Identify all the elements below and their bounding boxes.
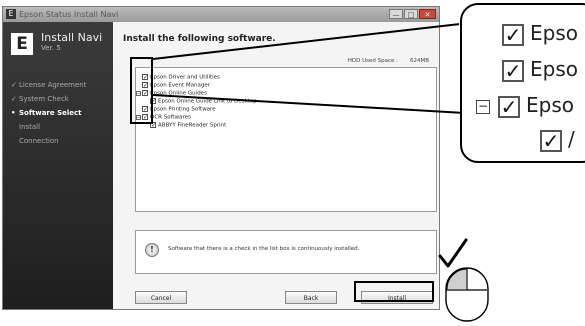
hdd-space-label: HDD Used Space : <box>347 58 398 64</box>
info-text: Software that there is a check in the li… <box>168 246 360 252</box>
step-install: Install <box>11 120 87 134</box>
step-label: Install <box>19 123 41 131</box>
maximize-button[interactable]: □ <box>404 9 418 19</box>
info-icon: ! <box>145 243 159 257</box>
callout-label: Epso <box>530 21 578 45</box>
callout-row: ✓ / <box>540 127 575 153</box>
list-item: ✓ Epson Driver and Utilities <box>142 74 220 81</box>
step-done-icon: ✓ <box>11 95 17 103</box>
mouse-click-icon <box>438 238 489 322</box>
cancel-button[interactable]: Cancel <box>135 291 187 304</box>
callout-label: Epso <box>526 93 574 117</box>
close-button[interactable]: ✕ <box>419 9 436 19</box>
callout-row: − ✓ Epso <box>476 93 574 119</box>
list-item: ✓ Epson Printing Software <box>142 106 216 113</box>
software-label: Epson Driver and Utilities <box>150 74 220 81</box>
step-current-icon: • <box>11 109 16 117</box>
install-highlight <box>354 281 434 302</box>
info-panel: ! Software that there is a check in the … <box>135 230 437 274</box>
callout-checkbox: ✓ <box>540 129 562 152</box>
step-label: Connection <box>19 137 59 145</box>
window-title: Epson Status Install Navi <box>19 10 119 19</box>
page-title: Install the following software. <box>123 34 276 44</box>
step-done-icon: ✓ <box>11 81 17 89</box>
step-license-agreement: ✓ License Agreement <box>11 78 87 92</box>
back-button[interactable]: Back <box>285 291 337 304</box>
hdd-space-value: 624MB <box>409 58 429 64</box>
callout-checkbox: ✓ <box>498 95 520 118</box>
software-label: OCR Softwares <box>150 114 191 121</box>
hdd-space: HDD Used Space : 624MB <box>348 58 429 64</box>
software-label: Epson Event Manager <box>150 82 211 89</box>
step-list: ✓ License Agreement ✓ System Check • Softwa… <box>11 78 87 148</box>
sidebar: E Install Navi Ver. 5 ✓ License Agreement… <box>3 22 113 309</box>
checkbox-highlight <box>130 57 153 124</box>
step-system-check: ✓ System Check <box>11 92 87 106</box>
zoom-callout: ✓ Epso ✓ Epso − ✓ Epso ✓ / <box>460 3 585 163</box>
app-version: Ver. 5 <box>41 44 61 52</box>
callout-label: Epso <box>530 57 578 81</box>
callout-row: ✓ Epso <box>502 21 578 47</box>
step-connection: Connection <box>11 134 87 148</box>
app-icon: E <box>6 9 16 19</box>
minimize-button[interactable]: — <box>389 9 403 19</box>
step-software-select: • Software Select <box>11 106 87 120</box>
step-label: System Check <box>19 95 69 103</box>
logo-icon: E <box>11 33 33 55</box>
list-item: ✓ ABBYY FineReader Sprint <box>150 122 226 129</box>
software-label: Epson Printing Software <box>150 106 216 113</box>
callout-checkbox: ✓ <box>502 23 524 46</box>
callout-row: ✓ Epso <box>502 57 578 83</box>
step-label: License Agreement <box>19 81 87 89</box>
title-bar: E Epson Status Install Navi — □ ✕ <box>3 7 439 23</box>
collapse-icon: − <box>476 98 490 114</box>
software-list[interactable]: ✓ Epson Driver and Utilities ✓ Epson Event… <box>135 67 437 212</box>
step-label: Software Select <box>19 109 82 117</box>
main-content: Install the following software. HDD Used… <box>113 22 439 309</box>
software-label: ABBYY FineReader Sprint <box>158 122 227 129</box>
callout-checkbox: ✓ <box>502 59 524 82</box>
callout-label: / <box>568 127 575 151</box>
app-name: Install Navi <box>41 31 103 44</box>
